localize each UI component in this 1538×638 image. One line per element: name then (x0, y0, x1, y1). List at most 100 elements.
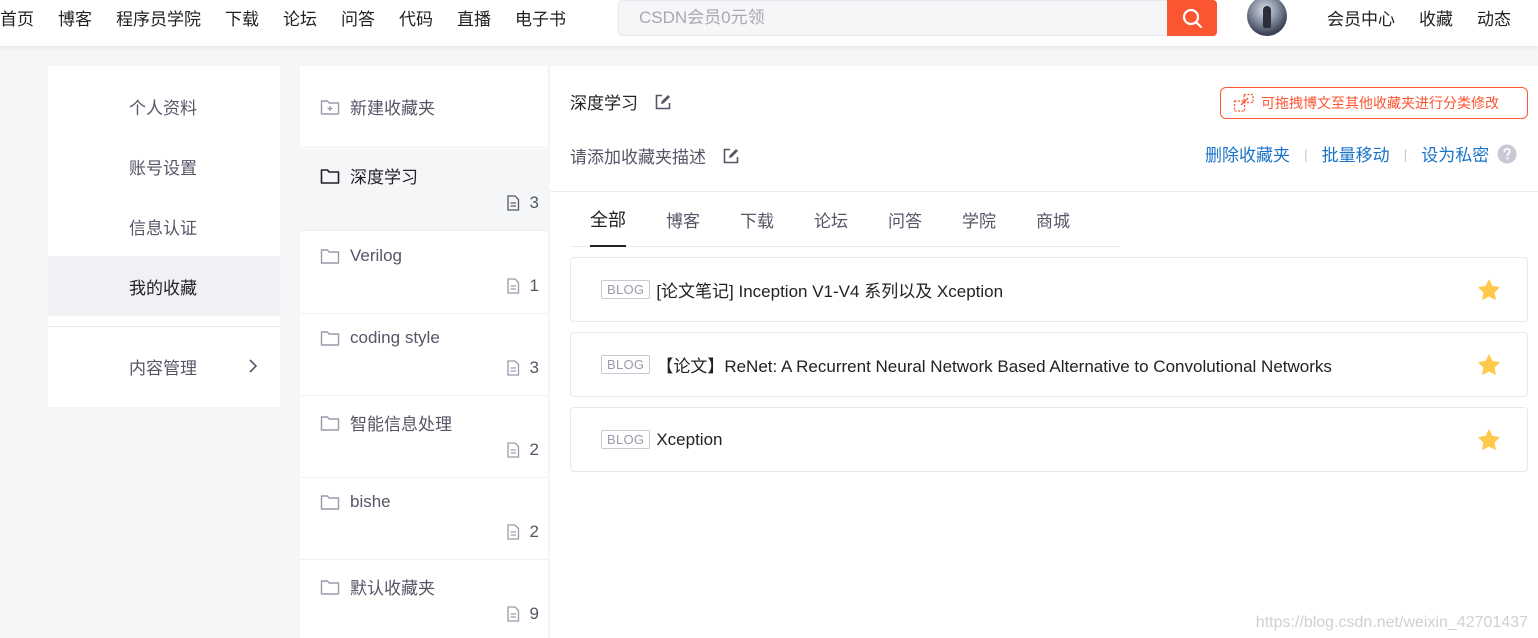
tab-mall[interactable]: 商城 (1036, 192, 1070, 247)
menu-divider (48, 326, 280, 327)
nav-qa[interactable]: 问答 (341, 5, 375, 30)
drag-tip: 可拖拽博文至其他收藏夹进行分类修改 (1220, 87, 1528, 119)
folder-item[interactable]: 默认收藏夹 9 (300, 560, 549, 638)
nav-favorites[interactable]: 收藏 (1419, 5, 1453, 30)
folder-item[interactable]: 智能信息处理 2 (300, 396, 549, 478)
folder-count: 1 (529, 276, 539, 295)
folder-icon (320, 168, 340, 184)
folder-add-icon (320, 99, 340, 115)
main-nav: 首页 博客 程序员学院 下载 论坛 问答 代码 直播 电子书 (0, 0, 590, 34)
nav-activity[interactable]: 动态 (1477, 5, 1511, 30)
avatar[interactable] (1247, 0, 1287, 36)
side-menu: 个人资料 账号设置 信息认证 我的收藏 内容管理 (48, 66, 280, 407)
folder-count: 3 (529, 358, 539, 377)
drag-tip-text: 可拖拽博文至其他收藏夹进行分类修改 (1261, 95, 1499, 111)
tab-qa[interactable]: 问答 (888, 192, 922, 247)
help-icon[interactable] (1497, 144, 1517, 164)
divider: | (1304, 145, 1308, 162)
star-icon[interactable] (1477, 354, 1501, 376)
favorite-title-link[interactable]: Xception (656, 430, 722, 450)
divider: | (1403, 145, 1408, 162)
folder-actions: 删除收藏夹 | 批量移动 | 设为私密 (1205, 141, 1517, 166)
search-button[interactable] (1167, 0, 1217, 36)
document-icon (506, 524, 519, 540)
blog-tag: BLOG (601, 280, 651, 299)
document-icon (506, 606, 519, 622)
folder-item[interactable]: 深度学习 3 (300, 149, 549, 231)
favorite-title-link[interactable]: 【论文】ReNet: A Recurrent Neural Network Ba… (656, 352, 1332, 377)
folder-name: 默认收藏夹 (350, 579, 435, 598)
nav-code[interactable]: 代码 (399, 5, 433, 30)
star-icon[interactable] (1477, 429, 1501, 451)
menu-verification[interactable]: 信息认证 (48, 196, 280, 256)
folder-name: 深度学习 (350, 168, 418, 187)
blog-tag: BLOG (601, 430, 651, 449)
menu-content-manage[interactable]: 内容管理 (48, 336, 280, 396)
folder-icon (320, 249, 340, 264)
folder-title: 深度学习 (570, 89, 672, 114)
menu-my-favorites[interactable]: 我的收藏 (48, 256, 280, 316)
nav-live[interactable]: 直播 (457, 5, 491, 30)
nav-forum[interactable]: 论坛 (283, 5, 317, 30)
star-icon[interactable] (1477, 279, 1501, 301)
new-folder-label: 新建收藏夹 (350, 99, 435, 118)
folder-description: 请添加收藏夹描述 (570, 143, 740, 168)
document-icon (506, 195, 519, 211)
new-folder-button[interactable]: 新建收藏夹 (300, 66, 549, 148)
favorite-item[interactable]: BLOG [论文笔记] Inception V1-V4 系列以及 Xceptio… (570, 257, 1528, 322)
search-icon (1182, 8, 1203, 29)
tab-all[interactable]: 全部 (590, 192, 626, 247)
blog-tag: BLOG (601, 355, 651, 374)
content-type-tabs: 全部 博客 下载 论坛 问答 学院 商城 (570, 192, 1120, 247)
folder-title-text: 深度学习 (570, 94, 638, 113)
folder-icon (320, 579, 340, 595)
folder-name: coding style (350, 328, 440, 347)
folder-list: 新建收藏夹 深度学习 3 Verilog 1 coding style 3 智能… (300, 66, 549, 638)
document-icon (506, 278, 519, 294)
drag-move-icon (1233, 93, 1254, 112)
folder-count: 3 (529, 193, 539, 212)
search-input[interactable] (619, 1, 1168, 35)
menu-content-manage-label: 内容管理 (129, 358, 197, 378)
nav-blog[interactable]: 博客 (58, 5, 92, 30)
folder-item[interactable]: Verilog 1 (300, 232, 549, 314)
top-navbar: 首页 博客 程序员学院 下载 论坛 问答 代码 直播 电子书 会员中心 收藏 动… (0, 0, 1538, 46)
batch-move-button[interactable]: 批量移动 (1322, 141, 1390, 166)
folder-item[interactable]: coding style 3 (300, 314, 549, 396)
folder-icon (320, 331, 340, 346)
folder-name: Verilog (350, 246, 402, 265)
nav-ebook[interactable]: 电子书 (515, 5, 566, 30)
nav-download[interactable]: 下载 (225, 5, 259, 30)
folder-icon (320, 415, 340, 431)
folder-count: 2 (529, 440, 539, 459)
folder-count: 9 (529, 604, 539, 623)
delete-folder-button[interactable]: 删除收藏夹 (1205, 141, 1290, 166)
folder-desc-text: 请添加收藏夹描述 (570, 148, 706, 167)
tab-blog[interactable]: 博客 (666, 192, 700, 247)
user-nav: 会员中心 收藏 动态 (1327, 0, 1535, 34)
folder-name: 智能信息处理 (350, 415, 452, 434)
edit-icon[interactable] (722, 147, 740, 165)
tab-academy[interactable]: 学院 (962, 192, 996, 247)
tab-download[interactable]: 下载 (740, 192, 774, 247)
document-icon (506, 360, 519, 376)
folder-item[interactable]: bishe 2 (300, 478, 549, 560)
menu-profile[interactable]: 个人资料 (48, 76, 280, 136)
nav-home[interactable]: 首页 (0, 5, 34, 30)
set-private-button[interactable]: 设为私密 (1421, 141, 1489, 166)
favorite-title-link[interactable]: [论文笔记] Inception V1-V4 系列以及 Xception (656, 277, 1003, 302)
search-box (618, 0, 1168, 36)
nav-academy[interactable]: 程序员学院 (116, 5, 201, 30)
chevron-right-icon (249, 359, 258, 373)
folder-icon (320, 495, 340, 510)
favorites-main: 深度学习 请添加收藏夹描述 可拖拽博文至其他收藏夹进行分类修改 删除收藏夹 | … (550, 66, 1538, 638)
edit-icon[interactable] (654, 93, 672, 111)
folder-name: bishe (350, 492, 391, 511)
favorite-item[interactable]: BLOG 【论文】ReNet: A Recurrent Neural Netwo… (570, 332, 1528, 397)
menu-account-settings[interactable]: 账号设置 (48, 136, 280, 196)
favorite-item[interactable]: BLOG Xception (570, 407, 1528, 472)
tab-forum[interactable]: 论坛 (814, 192, 848, 247)
watermark: https://blog.csdn.net/weixin_42701437 (1255, 614, 1528, 631)
document-icon (506, 442, 519, 458)
nav-vip-center[interactable]: 会员中心 (1327, 5, 1395, 30)
